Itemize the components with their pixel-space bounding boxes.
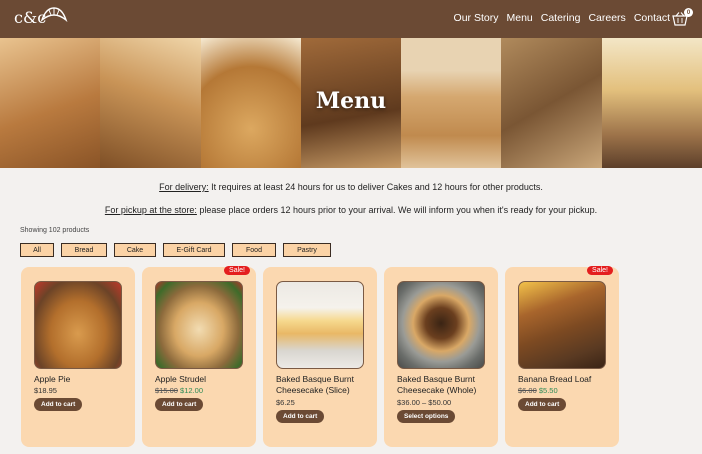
nav-menu[interactable]: Menu (506, 12, 532, 24)
nav-contact[interactable]: Contact (634, 12, 670, 24)
product-image[interactable] (397, 281, 485, 369)
original-price: $15.00 (155, 386, 178, 395)
product-price: $6.25 (276, 398, 295, 407)
page-title: Menu (315, 88, 387, 114)
pickup-info: For pickup at the store: please place or… (0, 205, 702, 215)
results-count: Showing 102 products (20, 227, 90, 234)
filter-food[interactable]: Food (232, 243, 276, 257)
add-to-cart-button[interactable]: Add to cart (276, 410, 325, 423)
top-navigation-bar: c&c Our Story Menu Catering Careers Cont… (0, 0, 702, 38)
product-price: $15.00 $12.00 (155, 386, 203, 395)
sale-badge: Sale! (587, 266, 613, 275)
nav-careers[interactable]: Careers (588, 12, 625, 24)
main-nav: Our Story Menu Catering Careers Contact (454, 12, 670, 24)
product-name[interactable]: Apple Pie (34, 374, 132, 385)
product-price: $36.00 – $50.00 (397, 398, 452, 407)
delivery-info: For delivery: It requires at least 24 ho… (0, 182, 702, 192)
product-image[interactable] (155, 281, 243, 369)
sale-badge: Sale! (224, 266, 250, 275)
product-name[interactable]: Baked Basque Burnt Cheesecake (Slice) (276, 374, 374, 396)
product-image[interactable] (34, 281, 122, 369)
product-image[interactable] (518, 281, 606, 369)
product-card[interactable]: Baked Basque Burnt Cheesecake (Slice) $6… (263, 267, 377, 447)
filter-all[interactable]: All (20, 243, 54, 257)
add-to-cart-button[interactable]: Add to cart (155, 398, 204, 411)
original-price: $6.00 (518, 386, 537, 395)
croissant-icon (40, 6, 68, 22)
product-name[interactable]: Banana Bread Loaf (518, 374, 616, 385)
brand-logo[interactable]: c&c (14, 6, 68, 27)
nav-catering[interactable]: Catering (541, 12, 581, 24)
sale-price: $12.00 (180, 386, 203, 395)
product-card[interactable]: Apple Pie $18.95 Add to cart (21, 267, 135, 447)
product-card[interactable]: Baked Basque Burnt Cheesecake (Whole) $3… (384, 267, 498, 447)
sale-price: $5.50 (538, 386, 558, 395)
product-name[interactable]: Apple Strudel (155, 374, 253, 385)
add-to-cart-button[interactable]: Add to cart (34, 398, 83, 411)
cart-count-badge: 0 (684, 8, 693, 17)
category-filters: All Bread Cake E-Gift Card Food Pastry (20, 243, 331, 257)
hero-banner: Menu (0, 38, 702, 168)
select-options-button[interactable]: Select options (397, 410, 456, 423)
add-to-cart-button[interactable]: Add to cart (518, 398, 567, 411)
filter-cake[interactable]: Cake (114, 243, 156, 257)
filter-bread[interactable]: Bread (61, 243, 107, 257)
product-price: $18.95 (34, 386, 57, 395)
product-name[interactable]: Baked Basque Burnt Cheesecake (Whole) (397, 374, 495, 396)
nav-our-story[interactable]: Our Story (454, 12, 499, 24)
delivery-label: For delivery: (159, 182, 209, 192)
delivery-text: It requires at least 24 hours for us to … (208, 182, 543, 192)
pickup-label: For pickup at the store: (104, 205, 197, 215)
product-price: $6.00 $5.50 (518, 386, 558, 395)
pickup-text: please place orders 12 hours prior to yo… (196, 205, 598, 215)
filter-e-gift-card[interactable]: E-Gift Card (163, 243, 225, 257)
product-card[interactable]: Sale! Apple Strudel $15.00 $12.00 Add to… (142, 266, 256, 447)
product-image[interactable] (276, 281, 364, 369)
product-card[interactable]: Sale! Banana Bread Loaf $6.00 $5.50 Add … (505, 266, 619, 447)
filter-pastry[interactable]: Pastry (283, 243, 331, 257)
